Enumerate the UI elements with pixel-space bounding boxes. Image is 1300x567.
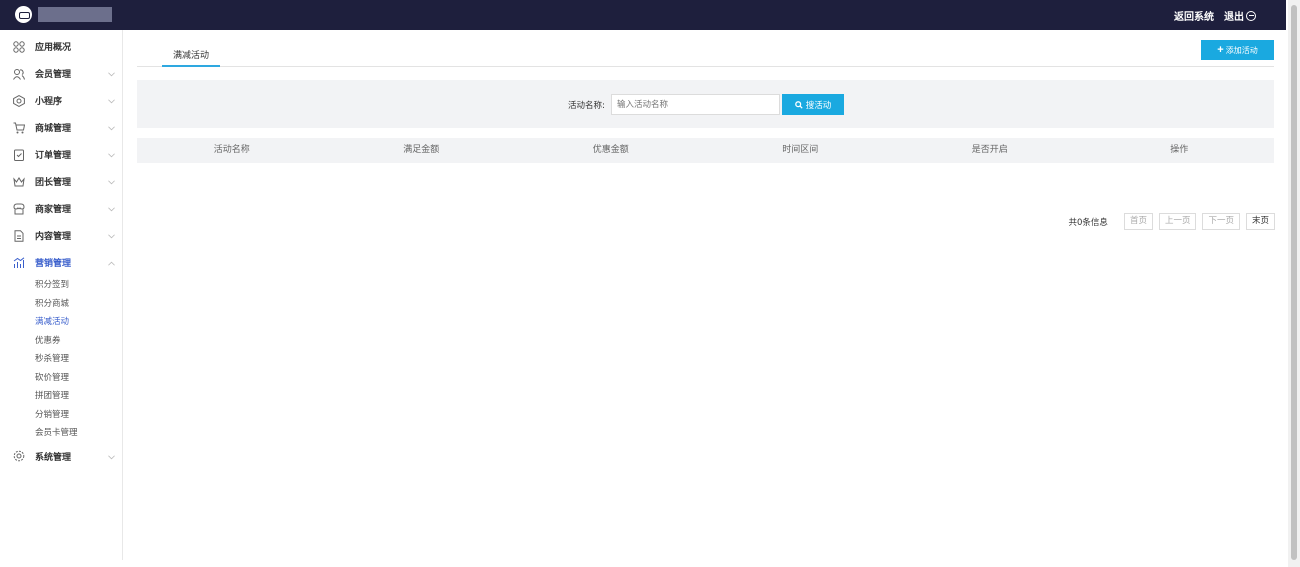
sidebar-item-label: 商家管理 bbox=[35, 205, 72, 215]
order-icon bbox=[13, 149, 25, 161]
chevron-down-icon bbox=[108, 70, 115, 77]
sidebar-item-label: 会员管理 bbox=[35, 70, 72, 80]
submenu-item[interactable]: 优惠券 bbox=[35, 332, 122, 351]
add-activity-button[interactable]: + 添加活动 bbox=[1201, 40, 1274, 60]
tab-bar: 满减活动 bbox=[137, 44, 1274, 67]
chevron-down-icon bbox=[108, 97, 115, 104]
cart-icon bbox=[13, 122, 25, 134]
sidebar-item-label: 团长管理 bbox=[35, 178, 72, 188]
prev-page-button[interactable]: 上一页 bbox=[1158, 213, 1197, 230]
store-icon bbox=[13, 203, 25, 215]
submenu-item[interactable]: 秒杀管理 bbox=[35, 350, 122, 369]
sidebar-menu: 应用概况会员管理小程序商城管理订单管理团长管理商家管理内容管理营销管理积分签到积… bbox=[0, 33, 122, 470]
sidebar-item-document[interactable]: 内容管理 bbox=[0, 222, 122, 249]
column-discount-amount: 优惠金额 bbox=[592, 145, 629, 155]
sidebar-item-users[interactable]: 会员管理 bbox=[0, 60, 122, 87]
column-time-range: 时间区间 bbox=[782, 145, 819, 155]
document-icon bbox=[13, 229, 25, 242]
sidebar-item-label: 系统管理 bbox=[35, 452, 72, 463]
chevron-up-icon bbox=[108, 259, 115, 266]
chevron-down-icon bbox=[108, 151, 115, 158]
first-page-button[interactable]: 首页 bbox=[1123, 213, 1153, 230]
sidebar-item-cart[interactable]: 商城管理 bbox=[0, 114, 122, 141]
logout-icon bbox=[1246, 10, 1256, 21]
sidebar-item-label: 应用概况 bbox=[35, 43, 72, 53]
submenu-item[interactable]: 拼团管理 bbox=[35, 387, 122, 406]
chevron-down-icon bbox=[108, 232, 115, 239]
grid-icon bbox=[13, 40, 25, 53]
top-navigation-bar: 返回系统 退出 bbox=[0, 0, 1286, 30]
search-label: 活动名称: bbox=[568, 101, 605, 111]
next-page-button[interactable]: 下一页 bbox=[1202, 213, 1240, 230]
back-to-system-link[interactable]: 返回系统 bbox=[1174, 8, 1214, 23]
page-scrollbar[interactable] bbox=[1288, 0, 1300, 567]
sidebar-item-label: 商城管理 bbox=[35, 124, 72, 134]
marketing-submenu: 积分签到 积分商城 满减活动 优惠券 秒杀管理 砍价管理 拼团管理 分销管理 会员卡管理 bbox=[0, 276, 122, 443]
sidebar-item-label: 订单管理 bbox=[35, 151, 72, 161]
plus-icon: + bbox=[1217, 43, 1224, 56]
scrollbar-thumb[interactable] bbox=[1291, 5, 1297, 560]
sidebar-item-crown[interactable]: 团长管理 bbox=[0, 168, 122, 195]
submenu-item[interactable]: 满减活动 bbox=[35, 313, 122, 332]
chevron-down-icon bbox=[108, 178, 115, 185]
chevron-down-icon bbox=[108, 453, 115, 459]
sidebar-item-settings[interactable]: 系统管理 bbox=[0, 443, 122, 470]
sidebar-item-label: 营销管理 bbox=[35, 259, 72, 269]
pager-total: 共0条信息 bbox=[1068, 217, 1108, 228]
logout-link[interactable]: 退出 bbox=[1224, 8, 1256, 23]
activity-name-search-input[interactable] bbox=[611, 94, 780, 115]
chevron-down-icon bbox=[108, 205, 115, 212]
pagination: 共0条信息 首页 上一页 下一页 末页 bbox=[1069, 213, 1275, 230]
chevron-down-icon bbox=[108, 124, 115, 131]
tab-full-reduction[interactable]: 满减活动 bbox=[162, 48, 220, 67]
table-header: 活动名称 满足金额 优惠金额 时间区间 是否开启 操作 bbox=[137, 138, 1274, 163]
submenu-item[interactable]: 积分商城 bbox=[35, 295, 122, 314]
settings-icon bbox=[13, 450, 25, 462]
sidebar-item-label: 内容管理 bbox=[35, 232, 72, 242]
miniapp-icon bbox=[13, 94, 25, 107]
submenu-item[interactable]: 会员卡管理 bbox=[35, 424, 122, 443]
top-right-actions: 返回系统 退出 bbox=[1174, 8, 1256, 23]
search-button-label: 搜活动 bbox=[805, 99, 832, 110]
app-name bbox=[38, 7, 112, 22]
sidebar-item-order[interactable]: 订单管理 bbox=[0, 141, 122, 168]
search-panel: 活动名称: 搜活动 bbox=[137, 80, 1274, 128]
crown-icon bbox=[13, 176, 25, 188]
column-enabled: 是否开启 bbox=[971, 145, 1008, 155]
sidebar-item-store[interactable]: 商家管理 bbox=[0, 195, 122, 222]
column-activity-name: 活动名称 bbox=[213, 145, 250, 155]
submenu-item[interactable]: 积分签到 bbox=[35, 276, 122, 295]
chart-icon bbox=[13, 256, 25, 269]
search-activity-button[interactable]: 搜活动 bbox=[782, 94, 844, 115]
sidebar-item-miniapp[interactable]: 小程序 bbox=[0, 87, 122, 114]
sidebar-item-chart[interactable]: 营销管理 bbox=[0, 249, 122, 276]
logo-icon bbox=[15, 6, 32, 23]
submenu-item[interactable]: 砍价管理 bbox=[35, 369, 122, 388]
sidebar-item-label: 小程序 bbox=[35, 97, 63, 107]
submenu-item[interactable]: 分销管理 bbox=[35, 406, 122, 425]
last-page-button[interactable]: 末页 bbox=[1245, 213, 1275, 230]
logout-label: 退出 bbox=[1224, 12, 1244, 23]
add-activity-label: 添加活动 bbox=[1225, 45, 1258, 55]
sidebar-item-grid[interactable]: 应用概况 bbox=[0, 33, 122, 60]
search-icon bbox=[794, 100, 803, 109]
column-required-amount: 满足金额 bbox=[403, 145, 440, 155]
sidebar: 应用概况会员管理小程序商城管理订单管理团长管理商家管理内容管理营销管理积分签到积… bbox=[0, 30, 123, 560]
users-icon bbox=[13, 68, 25, 80]
column-actions: 操作 bbox=[1170, 145, 1189, 155]
